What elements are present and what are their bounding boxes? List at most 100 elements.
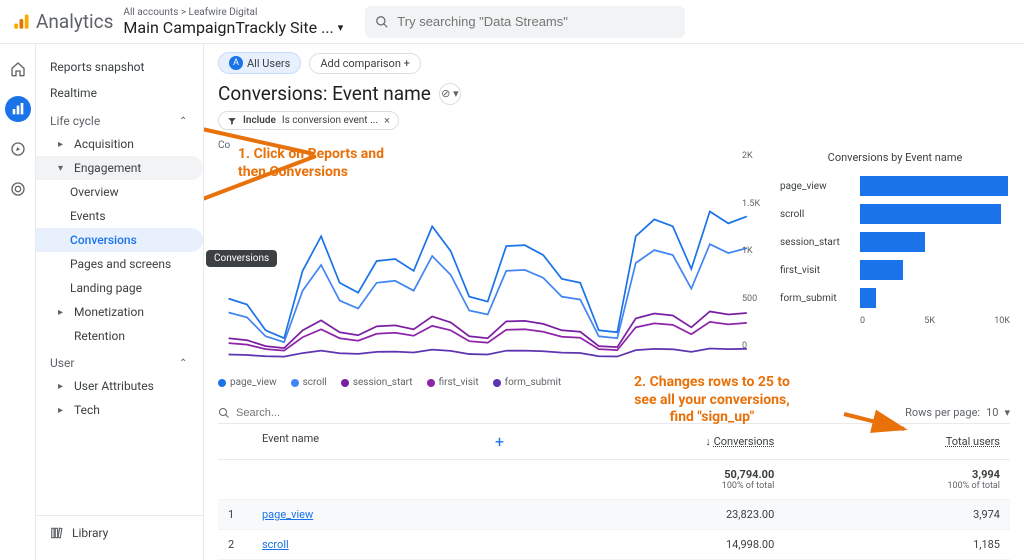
close-icon[interactable]: × — [384, 114, 390, 127]
bar-row: scroll — [780, 200, 1010, 228]
sidebar-section-user[interactable]: User ⌃ — [36, 348, 203, 374]
segment-pill-all-users[interactable]: A All Users — [218, 52, 301, 74]
compare-label: Add comparison + — [320, 57, 410, 70]
sidebar-item-retention[interactable]: Retention — [36, 324, 203, 348]
report-title: Conversions: Event name ⊘ ▾ — [218, 82, 1010, 105]
sidebar-item-user-attributes[interactable]: ▸User Attributes — [36, 374, 203, 398]
table-row[interactable]: 1page_view23,823.003,974 — [218, 500, 1010, 530]
sidebar-item-overview[interactable]: Overview — [36, 180, 203, 204]
data-table: Event name+ ↓ Conversions Total users 50… — [218, 424, 1010, 560]
rows-label: Rows per page: — [905, 406, 980, 419]
rows-value: 10 — [986, 406, 998, 419]
legend-item[interactable]: session_start — [341, 377, 413, 388]
caret-icon: ▸ — [58, 307, 68, 318]
sidebar-label: Reports snapshot — [50, 60, 144, 74]
sidebar-label: Overview — [70, 185, 119, 199]
sidebar-item-snapshot[interactable]: Reports snapshot — [36, 54, 203, 80]
section-label: User — [50, 356, 74, 370]
rail-reports[interactable] — [5, 96, 31, 122]
table-search[interactable] — [218, 407, 899, 419]
sidebar-label: Retention — [74, 329, 125, 343]
legend-item[interactable]: scroll — [291, 377, 327, 388]
col-label: Total users — [946, 435, 1000, 448]
legend-item[interactable]: first_visit — [427, 377, 479, 388]
library-label: Library — [72, 526, 108, 540]
sidebar-item-acquisition[interactable]: ▸ Acquisition — [36, 132, 203, 156]
breadcrumb[interactable]: All accounts > Leafwire Digital Main Cam… — [123, 7, 343, 37]
sidebar-label: Monetization — [74, 305, 144, 319]
caret-icon: ▾ — [58, 163, 68, 174]
y-axis: 2K1.5K1K5000 — [742, 151, 768, 351]
caret-icon: ▸ — [58, 139, 68, 150]
segment-label: All Users — [247, 57, 290, 70]
chart-legend: page_view scroll session_start first_visit f… — [218, 377, 1010, 388]
sidebar-item-landing[interactable]: Landing page — [36, 276, 203, 300]
sidebar-item-events[interactable]: Events — [36, 204, 203, 228]
property-name: Main CampaignTrackly Site ... — [123, 18, 333, 37]
add-dimension-icon[interactable]: + — [495, 432, 504, 451]
bar-chart: Conversions by Event name page_viewscrol… — [780, 151, 1010, 371]
sidebar-item-tech[interactable]: ▸ Tech — [36, 398, 203, 422]
explore-icon — [10, 141, 26, 157]
line-chart-svg — [218, 151, 768, 371]
filter-icon — [227, 116, 237, 126]
bar-row: session_start — [780, 228, 1010, 256]
chart-label-co: Co — [218, 140, 1010, 151]
home-icon — [10, 61, 26, 77]
target-icon — [10, 181, 26, 197]
line-chart: 2K1.5K1K5000 — [218, 151, 768, 371]
total-users: 3,994 — [972, 468, 1000, 481]
total-conv-pct: 100% of total — [524, 481, 774, 491]
total-users-pct: 100% of total — [794, 481, 1000, 491]
edit-dimension-button[interactable]: ⊘ ▾ — [439, 83, 461, 105]
caret-icon: ▸ — [58, 381, 68, 392]
sidebar-label: Acquisition — [74, 137, 134, 151]
sidebar-label: Tech — [74, 403, 100, 417]
rail-explore[interactable] — [5, 136, 31, 162]
search-icon — [218, 407, 230, 419]
app-header: Analytics All accounts > Leafwire Digita… — [0, 0, 1024, 44]
sidebar-item-conversions[interactable]: Conversions — [36, 228, 203, 252]
brand-text: Analytics — [36, 10, 113, 33]
chevron-down-icon[interactable]: ▾ — [338, 21, 344, 34]
table-row[interactable]: 2scroll14,998.001,185 — [218, 530, 1010, 560]
sidebar-item-realtime[interactable]: Realtime — [36, 80, 203, 106]
sidebar-item-engagement[interactable]: ▾ Engagement — [36, 156, 203, 180]
sidebar-library[interactable]: Library — [36, 515, 203, 550]
chevron-up-icon: ⌃ — [179, 358, 189, 369]
rows-per-page[interactable]: Rows per page: 10 ▾ — [905, 406, 1010, 419]
sidebar-item-pages[interactable]: Pages and screens — [36, 252, 203, 276]
bar-row: page_view — [780, 172, 1010, 200]
col-total-users[interactable]: Total users — [784, 424, 1010, 460]
legend-item[interactable]: page_view — [218, 377, 277, 388]
sidebar-label: Engagement — [74, 161, 141, 175]
bar-row: first_visit — [780, 256, 1010, 284]
col-conversions[interactable]: ↓ Conversions — [514, 424, 784, 460]
segment-badge: A — [229, 56, 243, 70]
sidebar-label: Realtime — [50, 86, 97, 100]
filter-chip[interactable]: Include Is conversion event ... × — [218, 111, 399, 130]
legend-item[interactable]: form_submit — [493, 377, 562, 388]
sidebar-section-lifecycle[interactable]: Life cycle⌃ — [36, 106, 203, 132]
table-search-input[interactable] — [236, 407, 899, 419]
bar-chart-title: Conversions by Event name — [780, 151, 1010, 164]
breadcrumb-top: All accounts > Leafwire Digital — [123, 7, 343, 18]
global-search[interactable] — [365, 6, 685, 38]
search-input[interactable] — [397, 14, 675, 29]
report-main: A All Users Add comparison + Conversions:… — [204, 44, 1024, 560]
chevron-down-icon[interactable]: ▾ — [1004, 406, 1010, 419]
sidebar-label: Pages and screens — [70, 257, 171, 271]
reports-sidebar: Reports snapshot Realtime Life cycle⌃ ▸ A… — [36, 44, 204, 560]
totals-row: 50,794.00100% of total 3,994100% of tota… — [218, 460, 1010, 500]
library-icon — [50, 526, 64, 540]
sidebar-label: Conversions — [70, 233, 137, 247]
brand-logo: Analytics — [12, 10, 113, 33]
rail-home[interactable] — [5, 56, 31, 82]
caret-icon: ▸ — [58, 405, 68, 416]
reports-icon — [10, 101, 26, 117]
rail-advertising[interactable] — [5, 176, 31, 202]
add-comparison-button[interactable]: Add comparison + — [309, 53, 421, 74]
col-label: Conversions — [714, 435, 775, 448]
sidebar-item-monetization[interactable]: ▸ Monetization — [36, 300, 203, 324]
col-event-name[interactable]: Event name+ — [252, 424, 514, 460]
